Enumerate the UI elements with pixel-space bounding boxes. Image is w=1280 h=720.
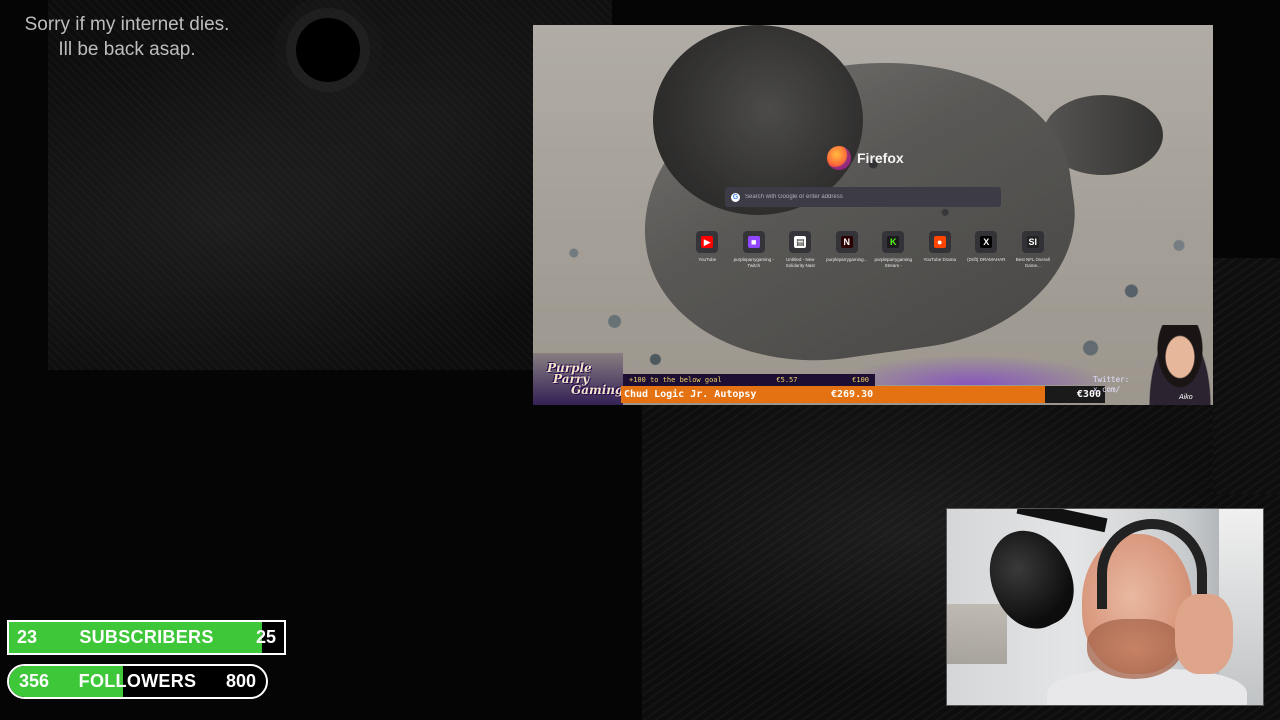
- shortcut-tile[interactable]: ▶ YouTube: [685, 231, 730, 269]
- x-icon: X: [980, 236, 993, 248]
- guest-camera: [1147, 325, 1213, 405]
- shortcut-tile[interactable]: SI Best NFL Overall Game...: [1011, 231, 1056, 269]
- followers-target: 800: [225, 671, 256, 691]
- shortcut-label: purpleparrygaming - Twitch: [733, 257, 774, 268]
- streamer-webcam: [946, 508, 1264, 706]
- shortcut-icon-box: SI: [1021, 231, 1044, 253]
- background-panel-strip: [1213, 258, 1280, 494]
- subscribers-current: 23: [17, 627, 38, 647]
- shortcut-tile[interactable]: Npurpleparrygaming...: [825, 231, 870, 269]
- shortcut-label: purpleparrygaming Stream -: [874, 257, 913, 268]
- donation-goal-amount: €269.30: [831, 389, 874, 400]
- address-search-bar[interactable]: G: [725, 187, 1001, 207]
- shortcut-label: purpleparrygaming...: [826, 257, 868, 262]
- twitter-handle: Twitter: x.com/: [1093, 375, 1129, 395]
- dark-orb-decoration: [296, 18, 360, 82]
- goal-strip-amount: €5.57: [776, 376, 798, 384]
- subscribers-target: 25: [255, 627, 276, 647]
- purple-parry-gaming-logo: Purple Parry Gaming: [533, 353, 623, 405]
- browser-capture: Firefox G ▶ YouTube ■ purpleparrygaming - T…: [533, 25, 1213, 405]
- followers-goal: 356 FOLLOWERS 800: [7, 664, 268, 699]
- shortcut-tile[interactable]: X (Drift) DRAMAHAR: [964, 231, 1009, 269]
- mic-arm: [1016, 509, 1108, 533]
- shortcut-icon-box: X: [975, 231, 998, 253]
- shortcut-label: YouTube Drama: [923, 257, 956, 262]
- youtube-icon: ▶: [701, 236, 714, 248]
- shortcut-label: (Drift) DRAMAHAR: [967, 257, 1006, 262]
- webcam-shelf: [947, 604, 1007, 664]
- shortcut-icon-box: ▶: [696, 231, 719, 253]
- twitch-icon: ■: [747, 236, 760, 248]
- firefox-name: Firefox: [857, 150, 904, 166]
- followers-current: 356: [19, 671, 50, 691]
- donation-goal-title: Chud Logic Jr. Autopsy: [624, 389, 757, 400]
- notice-line-1: Sorry if my internet dies.: [24, 14, 230, 35]
- google-icon: G: [731, 192, 740, 202]
- shortcut-label: Best NFL Overall Game...: [1015, 257, 1050, 268]
- top-sites: ▶ YouTube ■ purpleparrygaming - Twitch ▤ Unti…: [685, 231, 1055, 269]
- overlay-glow: [833, 355, 1113, 385]
- donation-goal-bar: Chud Logic Jr. Autopsy €269.30: [621, 386, 1045, 403]
- logo-line-3: Gaming: [571, 382, 624, 397]
- shortcut-tile[interactable]: Kpurpleparrygaming Stream -: [871, 231, 916, 269]
- internet-notice: Sorry if my internet dies. Ill be back a…: [8, 12, 246, 62]
- shortcut-icon-box: ●: [928, 231, 951, 253]
- donation-goal-strip: +100 to the below goal €5.57 €100: [623, 374, 875, 386]
- firefox-brand: Firefox: [827, 146, 904, 170]
- kick-icon: K: [887, 236, 900, 248]
- notice-line-2: Ill be back asap.: [58, 39, 196, 60]
- twitter-label-line-2: x.com/: [1093, 385, 1121, 394]
- subscribers-label: SUBSCRIBERS: [79, 627, 214, 647]
- shortcut-icon-box: ▤: [789, 231, 812, 253]
- shortcut-label: YouTube: [698, 257, 717, 262]
- wallpaper-dim: [533, 25, 1213, 405]
- si-icon: SI: [1026, 236, 1039, 248]
- webcam-hand: [1175, 594, 1233, 674]
- netflix-icon: N: [840, 236, 853, 248]
- shortcut-icon-box: K: [882, 231, 905, 253]
- webcam-beard: [1087, 619, 1182, 679]
- goal-strip-text: +100 to the below goal: [629, 376, 722, 384]
- goal-strip-target: €100: [852, 376, 869, 384]
- guest-name: Aiko: [1179, 394, 1193, 401]
- shortcut-icon-box: ■: [742, 231, 765, 253]
- subscribers-goal: 23 SUBSCRIBERS 25: [7, 620, 286, 655]
- twitter-label-line-1: Twitter:: [1093, 375, 1130, 384]
- document-icon: ▤: [794, 236, 807, 248]
- reddit-icon: ●: [933, 236, 946, 248]
- search-input[interactable]: [745, 194, 985, 200]
- followers-label: FOLLOWERS: [78, 671, 197, 691]
- shortcut-tile[interactable]: ● YouTube Drama: [918, 231, 963, 269]
- shortcut-icon-box: N: [835, 231, 858, 253]
- shortcut-tile[interactable]: ▤ Untitled - New Solidarity Nast: [778, 231, 823, 269]
- firefox-logo-icon: [827, 146, 851, 170]
- shortcut-label: Untitled - New Solidarity Nast: [785, 257, 815, 268]
- shortcut-tile[interactable]: ■ purpleparrygaming - Twitch: [732, 231, 777, 269]
